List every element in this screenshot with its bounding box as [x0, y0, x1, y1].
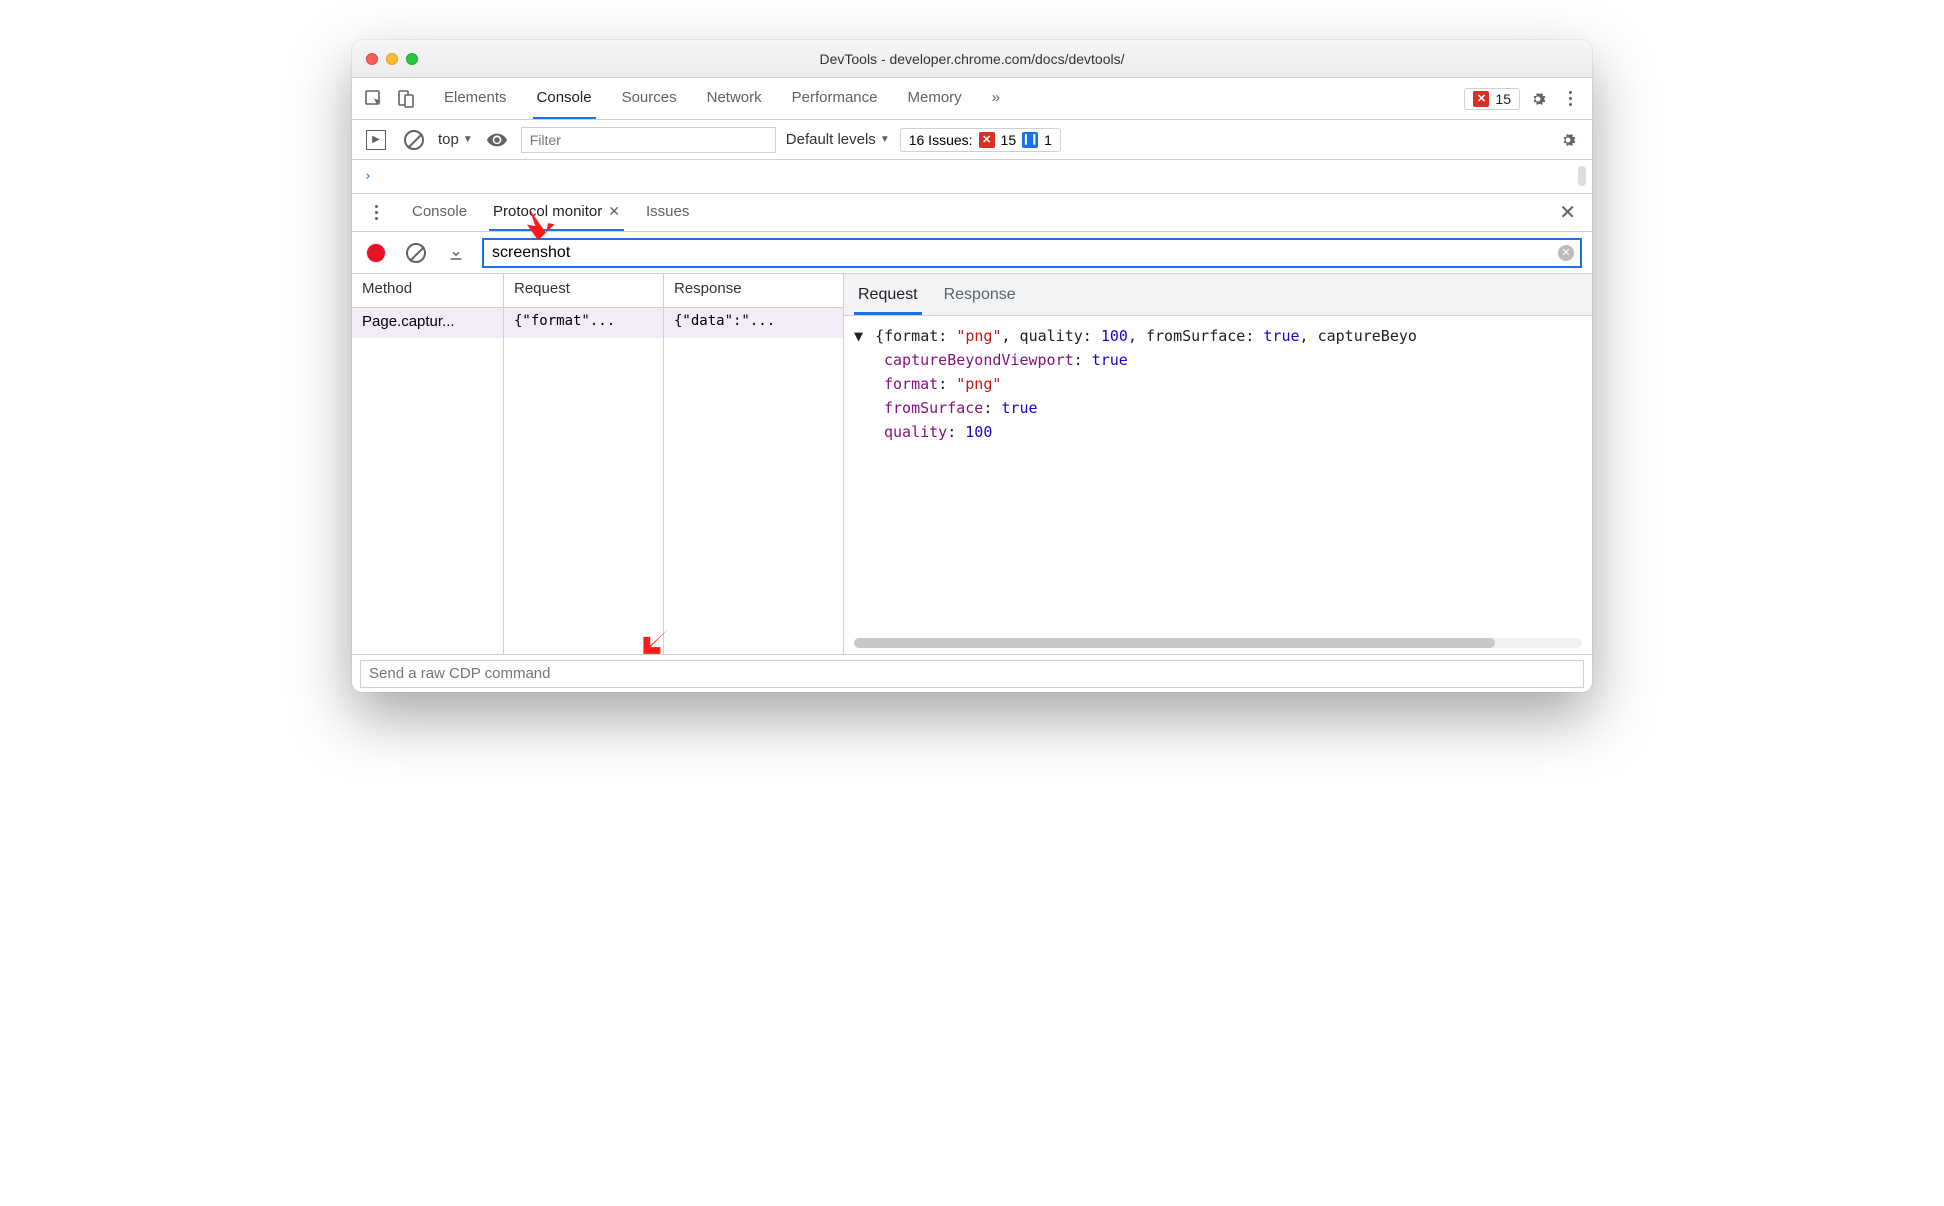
errors-badge[interactable]: ✕ 15 — [1464, 88, 1520, 110]
cdp-command-input[interactable] — [360, 660, 1584, 688]
window-title: DevTools - developer.chrome.com/docs/dev… — [352, 51, 1592, 67]
info-icon: ❙❙ — [1022, 132, 1038, 148]
issues-counter[interactable]: 16 Issues: ✕ 15 ❙❙ 1 — [900, 128, 1061, 152]
console-toolbar: ▶ top ▼ Default levels ▼ 16 Issues: ✕ 15… — [352, 120, 1592, 160]
table-header-row: Method Request Response — [352, 274, 843, 308]
drawer-tab-console[interactable]: Console — [408, 194, 471, 231]
json-value: "png" — [956, 375, 1001, 393]
context-label: top — [438, 131, 459, 148]
json-key: fromSurface — [884, 399, 983, 417]
close-drawer-icon[interactable]: ✕ — [1553, 200, 1582, 225]
col-method[interactable]: Method — [352, 274, 504, 307]
protocol-detail-pane: Request Response ▼ {format: "png", quali… — [844, 274, 1592, 654]
console-settings-gear-icon[interactable] — [1554, 126, 1582, 154]
tab-performance[interactable]: Performance — [788, 78, 882, 119]
log-levels-selector[interactable]: Default levels ▼ — [786, 131, 890, 148]
protocol-filter-input[interactable] — [482, 238, 1582, 268]
error-icon: ✕ — [979, 132, 995, 148]
settings-gear-icon[interactable] — [1524, 85, 1552, 113]
protocol-monitor-body: Method Request Response Page.captur... {… — [352, 274, 1592, 654]
annotation-arrow-icon — [522, 208, 556, 242]
json-value: true — [1092, 351, 1128, 369]
drawer-more-icon[interactable] — [362, 199, 390, 227]
tab-console[interactable]: Console — [533, 78, 596, 119]
drawer-tab-label: Console — [412, 203, 467, 220]
json-key: quality — [884, 423, 947, 441]
record-button[interactable] — [362, 239, 390, 267]
levels-label: Default levels — [786, 131, 876, 148]
download-icon[interactable] — [442, 239, 470, 267]
titlebar: DevTools - developer.chrome.com/docs/dev… — [352, 40, 1592, 78]
show-sidebar-icon[interactable]: ▶ — [362, 126, 390, 154]
error-icon: ✕ — [1473, 91, 1489, 107]
table-empty-area — [352, 338, 843, 654]
error-count: 15 — [1495, 91, 1511, 107]
chevron-down-icon: ▼ — [463, 134, 473, 145]
close-tab-icon[interactable]: ✕ — [608, 203, 620, 220]
json-value: true — [1001, 399, 1037, 417]
scrollbar-thumb[interactable] — [854, 638, 1495, 648]
detail-tab-request[interactable]: Request — [854, 278, 922, 315]
table-row[interactable]: Page.captur... {"format"... {"data":"... — [352, 308, 843, 338]
tab-memory[interactable]: Memory — [904, 78, 966, 119]
cdp-command-row — [352, 654, 1592, 692]
clear-console-icon[interactable] — [400, 126, 428, 154]
drawer-tab-issues[interactable]: Issues — [642, 194, 693, 231]
horizontal-scrollbar[interactable] — [854, 638, 1582, 648]
live-expression-eye-icon[interactable] — [483, 126, 511, 154]
protocol-monitor-toolbar: ✕ — [352, 232, 1592, 274]
col-request[interactable]: Request — [504, 274, 664, 307]
json-key: captureBeyondViewport — [884, 351, 1074, 369]
issues-info-count: 1 — [1044, 132, 1052, 148]
protocol-table: Method Request Response Page.captur... {… — [352, 274, 844, 654]
inspect-element-icon[interactable] — [360, 85, 388, 113]
console-prompt[interactable]: › — [352, 160, 1592, 194]
drawer-tab-label: Issues — [646, 203, 689, 220]
detail-tabs: Request Response — [844, 274, 1592, 316]
clear-log-icon[interactable] — [402, 239, 430, 267]
tabs-overflow-button[interactable]: » — [988, 78, 1004, 119]
panel-tabs: Elements Console Sources Network Perform… — [440, 78, 1004, 119]
drawer-tab-protocol-monitor[interactable]: Protocol monitor ✕ — [489, 194, 624, 231]
tree-toggle-icon[interactable]: ▼ — [854, 327, 863, 345]
chevron-down-icon: ▼ — [880, 134, 890, 145]
main-tabstrip: Elements Console Sources Network Perform… — [352, 78, 1592, 120]
more-menu-icon[interactable] — [1556, 85, 1584, 113]
json-value: 100 — [965, 423, 992, 441]
cell-method: Page.captur... — [352, 308, 504, 338]
detail-tab-response[interactable]: Response — [940, 278, 1020, 315]
json-key: format — [884, 375, 938, 393]
tab-sources[interactable]: Sources — [618, 78, 681, 119]
console-filter-input[interactable] — [521, 127, 776, 153]
annotation-arrow-icon — [640, 625, 674, 659]
cell-response: {"data":"... — [664, 308, 843, 338]
tab-network[interactable]: Network — [703, 78, 766, 119]
cell-request: {"format"... — [504, 308, 664, 338]
clear-filter-icon[interactable]: ✕ — [1558, 245, 1574, 261]
device-toggle-icon[interactable] — [392, 85, 420, 113]
prompt-caret: › — [364, 169, 372, 184]
col-response[interactable]: Response — [664, 274, 843, 307]
issues-error-count: 15 — [1001, 132, 1017, 148]
scrollbar-thumb[interactable] — [1578, 166, 1586, 186]
tab-elements[interactable]: Elements — [440, 78, 511, 119]
request-json-tree[interactable]: ▼ {format: "png", quality: 100, fromSurf… — [844, 316, 1592, 634]
context-selector[interactable]: top ▼ — [438, 131, 473, 148]
devtools-window: DevTools - developer.chrome.com/docs/dev… — [352, 40, 1592, 692]
issues-label: 16 Issues: — [909, 132, 973, 148]
